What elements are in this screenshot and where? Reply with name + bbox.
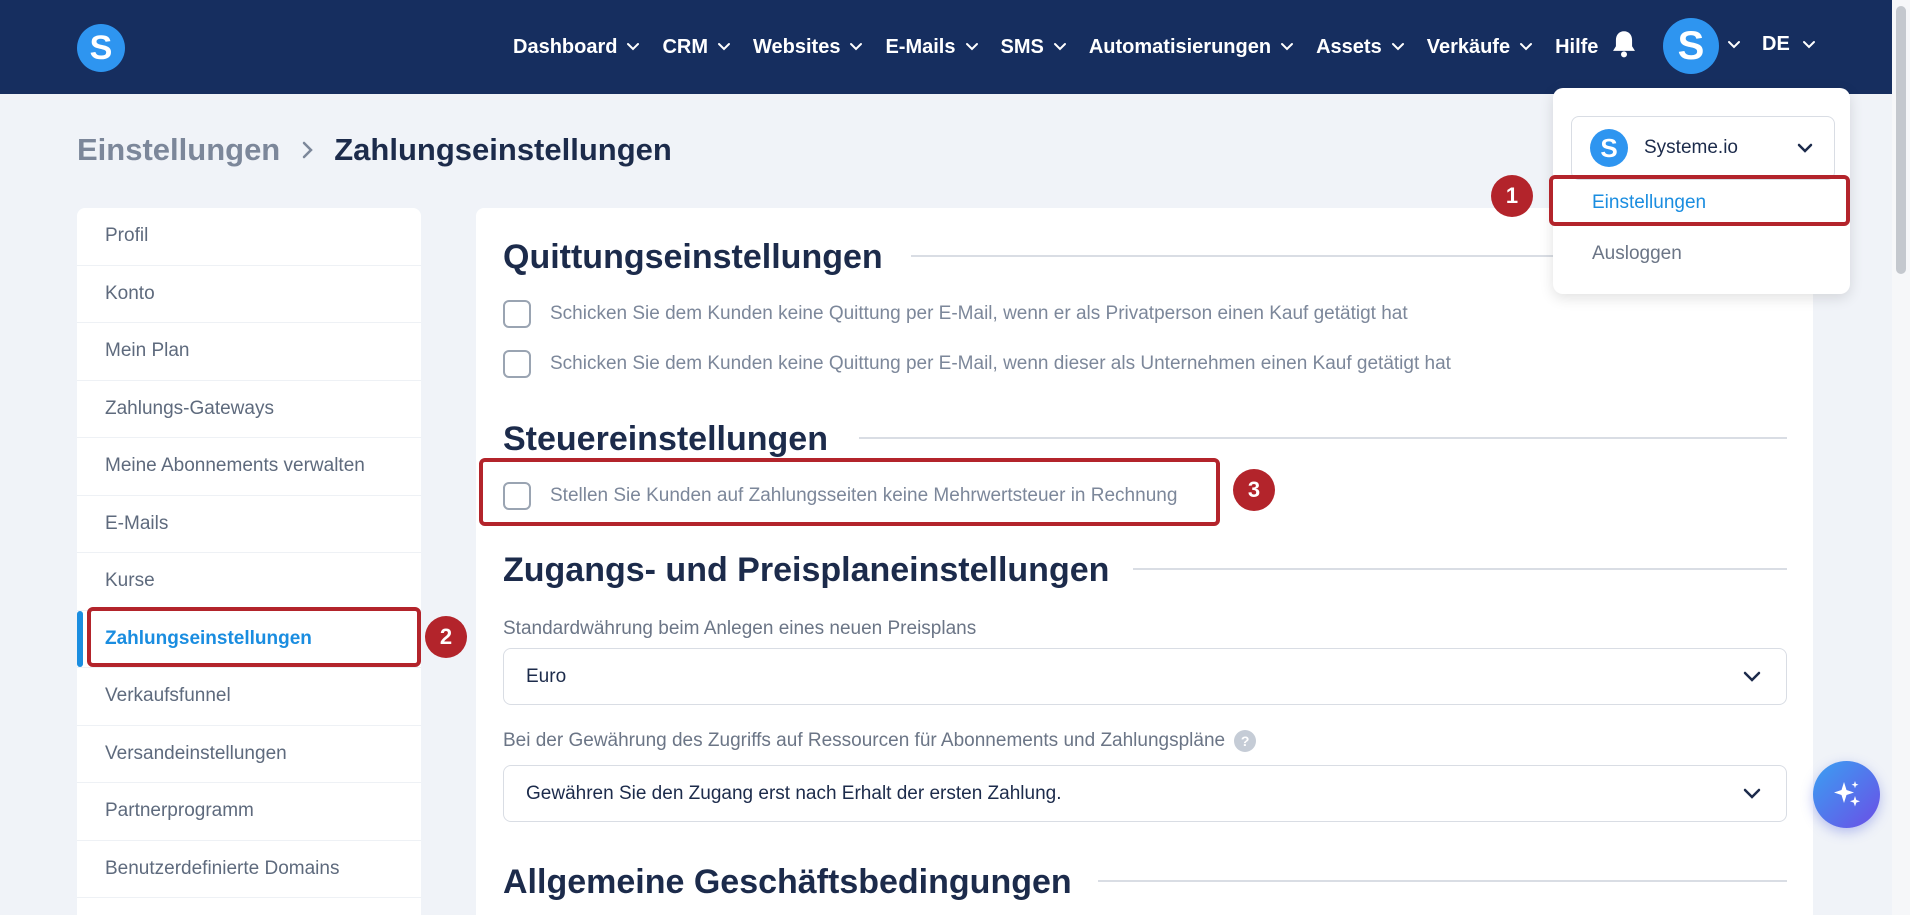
ai-assistant-button[interactable] <box>1813 761 1880 828</box>
nav-item-label: E-Mails <box>885 35 956 58</box>
breadcrumb: Einstellungen Zahlungseinstellungen <box>77 132 672 168</box>
sidebar-item-profil[interactable]: Profil <box>77 208 421 266</box>
logout-menu-item[interactable]: Ausloggen <box>1592 243 1682 265</box>
chevron-down-icon <box>1520 43 1533 51</box>
nav-item-sms[interactable]: SMS <box>1001 36 1067 59</box>
sidebar-item-versandeinstellungen[interactable]: Versandeinstellungen <box>77 726 421 783</box>
step-badge-3: 3 <box>1233 469 1275 511</box>
page-title: Zahlungseinstellungen <box>334 132 672 167</box>
language-label: DE <box>1762 33 1790 55</box>
chevron-right-icon <box>303 141 314 159</box>
step-badge-2: 2 <box>425 616 467 658</box>
sidebar-item-zahlungs-gateways[interactable]: Zahlungs-Gateways <box>77 381 421 438</box>
sidebar-item-kurse[interactable]: Kurse <box>77 553 421 611</box>
bell-icon[interactable] <box>1610 29 1638 59</box>
nav-item-label: SMS <box>1000 35 1044 58</box>
top-navbar: S Dashboard CRM Websites E-Mails SMS Automati… <box>0 0 1910 94</box>
step-badge-1: 1 <box>1491 175 1533 217</box>
currency-label-text: Standardwährung beim Anlegen eines neuen… <box>503 618 977 639</box>
chevron-down-icon <box>627 43 640 51</box>
main-nav: Dashboard CRM Websites E-Mails SMS Automatisi… <box>513 0 1620 94</box>
nav-item-assets[interactable]: Assets <box>1316 36 1405 59</box>
sidebar-item-benutzerdefinierte-domains[interactable]: Benutzerdefinierte Domains <box>77 841 421 898</box>
checkbox-label: Schicken Sie dem Kunden keine Quittung p… <box>550 303 1408 324</box>
highlight-settings <box>1549 175 1850 226</box>
checkbox-label: Schicken Sie dem Kunden keine Quittung p… <box>550 353 1451 374</box>
nav-item-dashboard[interactable]: Dashboard <box>513 36 640 59</box>
highlight-vat-option <box>479 458 1220 526</box>
access-label-text: Bei der Gewährung des Zugriffs auf Resso… <box>503 730 1226 751</box>
chevron-down-icon <box>1391 43 1404 51</box>
chevron-down-icon[interactable] <box>1726 38 1742 52</box>
user-avatar[interactable]: S <box>1663 18 1719 74</box>
nav-item-label: Verkäufe <box>1426 35 1511 58</box>
tax-settings-title: Steuereinstellungen <box>503 420 828 458</box>
nav-item-websites[interactable]: Websites <box>753 36 863 59</box>
section-divider <box>1098 880 1787 882</box>
nav-item-crm[interactable]: CRM <box>662 36 731 59</box>
access-label: Bei der Gewährung des Zugriffs auf Resso… <box>503 730 1257 752</box>
payment-settings-card: Quittungseinstellungen Schicken Sie dem … <box>476 208 1813 915</box>
account-logo-letter: S <box>1600 133 1618 163</box>
sidebar-item-meine-abonnements-verwalten[interactable]: Meine Abonnements verwalten <box>77 438 421 496</box>
nav-item-label: CRM <box>662 35 709 58</box>
sidebar-item-partnerprogramm[interactable]: Partnerprogramm <box>77 783 421 841</box>
chevron-down-icon <box>850 43 863 51</box>
chevron-down-icon <box>1743 788 1761 799</box>
breadcrumb-parent[interactable]: Einstellungen <box>77 132 280 168</box>
chevron-down-icon <box>718 43 731 51</box>
receipt-option-private[interactable]: Schicken Sie dem Kunden keine Quittung p… <box>503 300 1408 328</box>
sparkle-icon <box>1833 780 1860 806</box>
nav-item-e-mails[interactable]: E-Mails <box>885 36 978 59</box>
chevron-down-icon <box>1053 43 1066 51</box>
access-select-value: Gewähren Sie den Zugang erst nach Erhalt… <box>526 782 1062 804</box>
settings-sidebar: Profil Konto Mein Plan Zahlungs-Gateways Mei… <box>77 208 421 915</box>
chevron-down-icon <box>1743 671 1761 682</box>
currency-select-value: Euro <box>526 665 567 687</box>
section-divider <box>859 437 1787 439</box>
page-scrollbar-thumb[interactable] <box>1896 6 1906 274</box>
chevron-down-icon <box>1281 43 1294 51</box>
chevron-down-icon <box>965 43 978 51</box>
currency-label: Standardwährung beim Anlegen eines neuen… <box>503 618 976 640</box>
terms-title: Allgemeine Geschäftsbedingungen <box>503 863 1072 901</box>
chevron-down-icon <box>1797 143 1813 153</box>
sidebar-item-e-mails[interactable]: E-Mails <box>77 496 421 553</box>
account-switcher[interactable]: S Systeme.io <box>1571 116 1835 180</box>
nav-item-hilfe[interactable]: Hilfe <box>1555 36 1598 59</box>
sidebar-item-konto[interactable]: Konto <box>77 266 421 323</box>
nav-item-label: Websites <box>753 35 841 58</box>
question-icon[interactable]: ? <box>1234 730 1257 752</box>
access-grant-select[interactable]: Gewähren Sie den Zugang erst nach Erhalt… <box>503 765 1787 822</box>
highlight-payment-settings <box>87 607 421 667</box>
account-name: Systeme.io <box>1644 137 1738 158</box>
access-plan-settings-title: Zugangs- und Preisplaneinstellungen <box>503 551 1110 589</box>
checkbox[interactable] <box>503 300 531 328</box>
receipt-option-company[interactable]: Schicken Sie dem Kunden keine Quittung p… <box>503 350 1451 378</box>
chevron-down-icon <box>1802 40 1815 48</box>
logo-letter: S <box>89 29 113 67</box>
nav-item-label: Hilfe <box>1555 35 1599 58</box>
section-divider <box>1133 568 1787 570</box>
sidebar-item-mein-plan[interactable]: Mein Plan <box>77 323 421 381</box>
currency-select[interactable]: Euro <box>503 648 1787 705</box>
receipt-settings-title: Quittungseinstellungen <box>503 238 883 276</box>
avatar-letter: S <box>1677 24 1705 68</box>
app-logo[interactable]: S <box>77 24 125 72</box>
sidebar-item-verkaufsfunnel[interactable]: Verkaufsfunnel <box>77 668 421 726</box>
language-selector[interactable]: DE <box>1762 33 1816 56</box>
nav-item-automatisierungen[interactable]: Automatisierungen <box>1089 36 1294 59</box>
nav-item-label: Assets <box>1316 35 1382 58</box>
checkbox[interactable] <box>503 350 531 378</box>
nav-item-label: Dashboard <box>513 35 618 58</box>
nav-item-verkäufe[interactable]: Verkäufe <box>1427 36 1533 59</box>
account-logo: S <box>1590 129 1628 167</box>
nav-item-label: Automatisierungen <box>1088 35 1272 58</box>
